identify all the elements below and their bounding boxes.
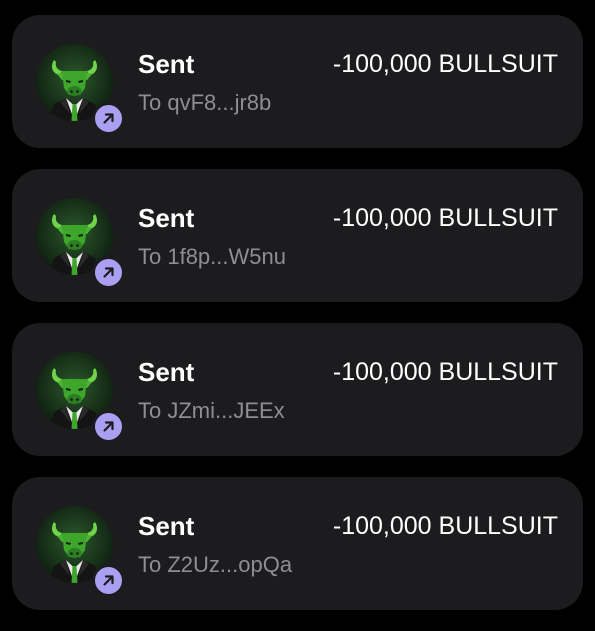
transaction-title: Sent [138,203,195,233]
transaction-recipient: To 1f8p...W5nu [138,244,286,269]
transaction-list: Sent To qvF8...jr8b -100,000 BULLSUIT Se… [0,0,595,631]
transaction-title: Sent [138,511,195,541]
arrow-up-right-icon [92,256,125,289]
transaction-amount: -100,000 BULLSUIT [332,512,558,540]
transaction-recipient: To qvF8...jr8b [138,90,272,115]
arrow-up-right-icon [92,102,125,135]
token-avatar [36,198,125,289]
arrow-up-right-icon [92,410,125,443]
token-avatar [36,506,125,597]
transaction-item[interactable]: Sent To 1f8p...W5nu -100,000 BULLSUIT [12,169,583,302]
transaction-title: Sent [138,357,195,387]
transaction-amount: -100,000 BULLSUIT [332,204,558,232]
transaction-item[interactable]: Sent To JZmi...JEEx -100,000 BULLSUIT [12,323,583,456]
transaction-recipient: To JZmi...JEEx [138,398,285,423]
transaction-amount: -100,000 BULLSUIT [332,50,558,78]
transaction-recipient: To Z2Uz...opQa [138,552,293,577]
token-avatar [36,44,125,135]
token-avatar [36,352,125,443]
transaction-item[interactable]: Sent To Z2Uz...opQa -100,000 BULLSUIT [12,477,583,610]
transaction-amount: -100,000 BULLSUIT [332,358,558,386]
arrow-up-right-icon [92,564,125,597]
transaction-item[interactable]: Sent To qvF8...jr8b -100,000 BULLSUIT [12,15,583,148]
transaction-title: Sent [138,49,195,79]
